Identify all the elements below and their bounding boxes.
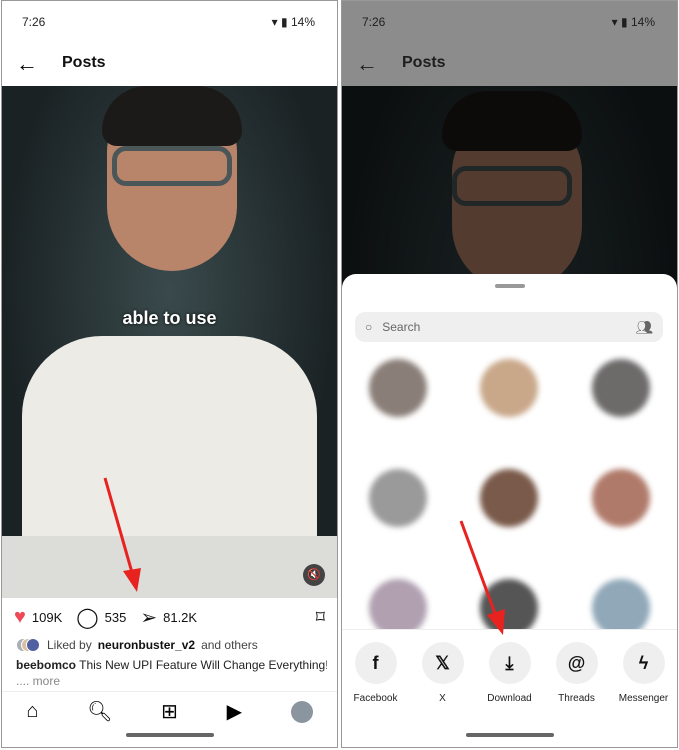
messenger-icon: ϟ (622, 642, 665, 684)
battery-level: ▾ ▮ 14% (611, 15, 655, 29)
threads-icon: @ (555, 642, 598, 684)
more-link[interactable]: .... more (16, 674, 60, 688)
search-input[interactable]: ○ Search 👥︎ (355, 312, 663, 342)
contact-avatar (368, 359, 427, 417)
contact-avatar (592, 359, 651, 417)
post-video[interactable]: able to use 🔇 (2, 86, 337, 598)
search-icon: ○ (365, 320, 373, 334)
drag-handle[interactable] (494, 284, 525, 288)
share-messenger-button[interactable]: ϟ Messenger (612, 642, 676, 709)
share-count: 81.2K (163, 609, 198, 625)
contact-item[interactable] (565, 359, 677, 417)
post-actions: ♥ 109K ◯ 535 ➢ 81.2K ⌑ (14, 605, 325, 629)
status-bar: 7:26 ▾ ▮ 14% (2, 1, 337, 41)
page-title: Posts (62, 54, 106, 71)
bookmark-icon[interactable]: ⌑ (316, 607, 325, 628)
video-caption: able to use (122, 308, 217, 328)
video-subject-hair (102, 86, 242, 146)
share-download-button[interactable]: ⤓ Download (478, 642, 542, 709)
share-screen: 7:26 ▾ ▮ 14% ← Posts ○ Search 👥︎ f Facebo… (341, 0, 678, 748)
battery-level: ▾ ▮ 14% (271, 15, 315, 29)
share-sheet: ○ Search 👥︎ f Facebook 𝕏 X ⤓ Download @ Threads… (342, 274, 677, 747)
status-bar: 7:26 ▾ ▮ 14% (342, 1, 677, 41)
comment-icon[interactable]: ◯ (76, 605, 98, 630)
status-time: 7:26 (362, 15, 386, 29)
post-author[interactable]: beebomco (16, 658, 76, 672)
contact-avatar (480, 359, 539, 417)
x-icon: 𝕏 (421, 642, 464, 684)
share-targets: f Facebook 𝕏 X ⤓ Download @ Threads ϟ Messenger (342, 629, 677, 709)
header: ← Posts (2, 41, 337, 86)
liked-by[interactable]: Liked by neuronbuster_v2 and others (16, 638, 258, 652)
like-count: 109K (31, 609, 63, 625)
posts-screen: 7:26 ▾ ▮ 14% ← Posts able to use 🔇 ♥ 109… (1, 0, 338, 748)
profile-icon[interactable] (290, 700, 313, 723)
bottom-nav: ⌂ 🔍︎ ⊞ ▶ (2, 691, 337, 731)
contact-item[interactable] (342, 469, 454, 527)
video-subject-glasses (112, 146, 232, 186)
post-text: This New UPI Feature Will Change Everyth… (79, 658, 327, 672)
contact-item[interactable] (454, 469, 566, 527)
battery-percent: 14% (630, 15, 655, 29)
share-icon[interactable]: ➢ (140, 605, 157, 630)
share-target-label: Download (487, 693, 532, 704)
mute-icon[interactable]: 🔇 (303, 564, 325, 586)
facebook-icon: f (354, 642, 397, 684)
battery-percent: 14% (290, 15, 315, 29)
video-table (2, 536, 337, 598)
liked-by-prefix: Liked by (47, 638, 92, 652)
back-arrow-icon[interactable]: ← (356, 51, 378, 77)
contact-avatar (368, 469, 427, 527)
contact-item[interactable] (454, 359, 566, 417)
reels-icon[interactable]: ▶ (227, 699, 242, 724)
liked-by-suffix: and others (201, 638, 258, 652)
share-target-label: Facebook (353, 693, 398, 704)
home-indicator (465, 733, 554, 737)
share-target-label: X (439, 693, 446, 704)
liker-avatars (16, 638, 40, 652)
avatar (26, 638, 40, 652)
share-x-button[interactable]: 𝕏X (411, 642, 475, 709)
create-icon[interactable]: ⊞ (161, 699, 178, 724)
share-target-label: Threads (558, 693, 595, 704)
contact-item[interactable] (342, 359, 454, 417)
share-facebook-button[interactable]: f Facebook (344, 642, 408, 709)
home-icon[interactable]: ⌂ (26, 700, 38, 723)
contact-avatar (480, 469, 539, 527)
status-time: 7:26 (22, 15, 46, 29)
contact-item[interactable] (565, 469, 677, 527)
contact-avatar (592, 469, 651, 527)
comment-count: 535 (104, 609, 127, 625)
video-subject-shirt (22, 336, 317, 538)
home-indicator (125, 733, 214, 737)
search-icon[interactable]: 🔍︎ (87, 699, 112, 724)
add-people-icon[interactable]: 👥︎ (635, 319, 653, 336)
post-caption: beebomco This New UPI Feature Will Chang… (16, 658, 327, 672)
search-placeholder: Search (382, 320, 421, 334)
download-icon: ⤓ (488, 642, 531, 684)
header: ← Posts (342, 41, 677, 86)
back-arrow-icon[interactable]: ← (16, 51, 38, 77)
contact-grid (342, 359, 677, 637)
page-title: Posts (402, 54, 446, 71)
share-target-label: Messenger (618, 693, 669, 704)
share-threads-button[interactable]: @ Threads (545, 642, 609, 709)
heart-icon[interactable]: ♥ (14, 606, 26, 629)
liked-by-user[interactable]: neuronbuster_v2 (98, 638, 195, 652)
